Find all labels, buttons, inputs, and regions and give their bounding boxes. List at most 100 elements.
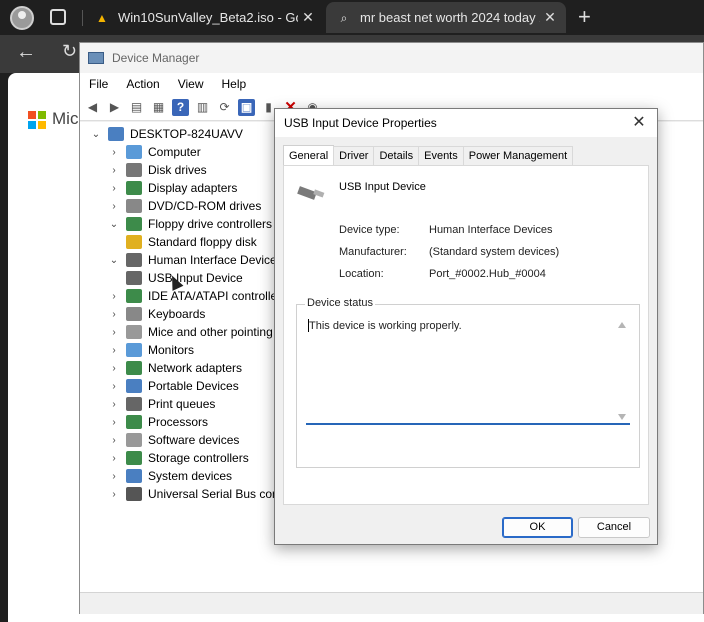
ok-button[interactable]: OK <box>502 517 573 538</box>
tree-item-label: Display adapters <box>148 181 238 195</box>
back-arrow-icon[interactable]: ◀ <box>84 99 101 116</box>
dvd-icon <box>126 199 142 213</box>
scroll-up-icon[interactable] <box>618 322 626 328</box>
chevron-right-icon[interactable]: › <box>108 327 120 338</box>
tab-power-management[interactable]: Power Management <box>462 146 574 165</box>
chevron-right-icon[interactable]: › <box>108 399 120 410</box>
tab-details[interactable]: Details <box>373 146 420 165</box>
chevron-right-icon[interactable]: › <box>108 291 120 302</box>
manufacturer-value: (Standard system devices) <box>429 246 560 258</box>
chevron-right-icon[interactable]: › <box>108 381 120 392</box>
chevron-right-icon[interactable]: › <box>108 183 120 194</box>
tree-item[interactable]: › Mice and other pointing <box>108 323 273 341</box>
tree-item[interactable]: › Universal Serial Bus contr <box>108 485 286 503</box>
chevron-down-icon[interactable]: ⌄ <box>108 255 120 266</box>
view-icon[interactable]: ▥ <box>194 99 211 116</box>
chevron-down-icon[interactable]: ⌄ <box>108 219 120 230</box>
back-icon[interactable]: ← <box>16 41 36 64</box>
profile-avatar-icon[interactable] <box>10 6 34 30</box>
device-status-textbox[interactable]: This device is working properly. <box>306 318 630 425</box>
update-driver-icon[interactable]: ▣ <box>238 99 255 116</box>
menu-action[interactable]: Action <box>117 77 168 91</box>
browser-tabbar: ▲ Win10SunValley_Beta2.iso - Goog ✕ ⌕ mr… <box>0 0 704 35</box>
tab-title: Win10SunValley_Beta2.iso - Goog <box>118 10 298 25</box>
menu-help[interactable]: Help <box>213 77 256 91</box>
usb-icon <box>126 487 142 501</box>
system-icon <box>126 469 142 483</box>
tree-item[interactable]: ⌄ Human Interface Devices <box>108 251 283 269</box>
tree-item[interactable]: ⌄ DESKTOP-824UAVV <box>90 125 243 143</box>
chevron-right-icon[interactable]: › <box>108 363 120 374</box>
chevron-right-icon[interactable]: › <box>108 417 120 428</box>
properties-icon[interactable]: ▦ <box>150 99 167 116</box>
properties-dialog: USB Input Device Properties ✕ General Dr… <box>274 108 658 545</box>
tree-item[interactable]: › Keyboards <box>108 305 205 323</box>
help-icon[interactable]: ? <box>172 99 189 116</box>
menu-file[interactable]: File <box>80 77 117 91</box>
tab-general[interactable]: General <box>283 145 335 165</box>
tree-item[interactable]: › IDE ATA/ATAPI controller <box>108 287 281 305</box>
tree-item[interactable]: › System devices <box>108 467 232 485</box>
tree-item[interactable]: › Storage controllers <box>108 449 249 467</box>
close-tab-icon[interactable]: ✕ <box>298 9 318 26</box>
browser-tab-iso[interactable]: ▲ Win10SunValley_Beta2.iso - Goog ✕ <box>84 2 324 33</box>
tree-item[interactable]: USB Input Device <box>126 269 243 287</box>
tree-item[interactable]: › Software devices <box>108 431 239 449</box>
device-status-label: Device status <box>305 297 376 309</box>
mouse-icon <box>126 325 142 339</box>
tab-events[interactable]: Events <box>418 146 464 165</box>
show-hide-tree-icon[interactable]: ▤ <box>128 99 145 116</box>
location-label: Location: <box>339 268 384 280</box>
tree-item[interactable]: › Monitors <box>108 341 194 359</box>
chevron-right-icon[interactable]: › <box>108 345 120 356</box>
tree-item[interactable]: › Portable Devices <box>108 377 239 395</box>
manufacturer-label: Manufacturer: <box>339 246 407 258</box>
cancel-button[interactable]: Cancel <box>578 517 650 538</box>
usb-device-icon <box>297 186 325 200</box>
tree-item-label: IDE ATA/ATAPI controller <box>148 289 282 303</box>
tree-item[interactable]: › Display adapters <box>108 179 237 197</box>
chevron-right-icon[interactable]: › <box>108 147 120 158</box>
tab-divider <box>82 10 83 26</box>
tree-item[interactable]: › Processors <box>108 413 208 431</box>
tree-item[interactable]: Standard floppy disk <box>126 233 257 251</box>
chevron-right-icon[interactable]: › <box>108 453 120 464</box>
tree-item[interactable]: › Network adapters <box>108 359 242 377</box>
chevron-right-icon[interactable]: › <box>108 471 120 482</box>
tree-item-label: Processors <box>148 415 209 429</box>
close-icon[interactable]: ✕ <box>629 113 649 133</box>
status-bar <box>80 592 703 614</box>
chevron-right-icon[interactable]: › <box>108 489 120 500</box>
scan-hardware-icon[interactable]: ⟳ <box>216 99 233 116</box>
menu-view[interactable]: View <box>169 77 213 91</box>
tree-item[interactable]: › Print queues <box>108 395 215 413</box>
hid-icon <box>126 253 142 267</box>
device-status-text: This device is working properly. <box>309 320 462 332</box>
chevron-right-icon[interactable]: › <box>108 435 120 446</box>
scroll-down-icon[interactable] <box>618 414 626 420</box>
browser-tab-search[interactable]: ⌕ mr beast net worth 2024 today 2( ✕ <box>326 2 566 33</box>
device-manager-icon <box>88 52 104 64</box>
tab-actions-icon[interactable] <box>50 9 66 25</box>
tree-item-label: Portable Devices <box>148 379 239 393</box>
tree-item[interactable]: › DVD/CD-ROM drives <box>108 197 261 215</box>
chevron-down-icon[interactable]: ⌄ <box>90 129 102 140</box>
computer-icon <box>108 127 124 141</box>
tree-item[interactable]: › Computer <box>108 143 201 161</box>
chevron-right-icon[interactable]: › <box>108 309 120 320</box>
dialog-title: USB Input Device Properties <box>284 116 437 130</box>
hid-icon <box>126 271 142 285</box>
tree-item[interactable]: › Disk drives <box>108 161 207 179</box>
chevron-right-icon[interactable]: › <box>108 165 120 176</box>
new-tab-button[interactable]: + <box>578 4 591 30</box>
forward-arrow-icon[interactable]: ▶ <box>106 99 123 116</box>
processor-icon <box>126 415 142 429</box>
tree-item[interactable]: ⌄ Floppy drive controllers <box>108 215 272 233</box>
close-tab-icon[interactable]: ✕ <box>540 9 560 26</box>
chevron-right-icon[interactable]: › <box>108 201 120 212</box>
screen: ▲ Win10SunValley_Beta2.iso - Goog ✕ ⌕ mr… <box>0 0 704 622</box>
display-adapter-icon <box>126 181 142 195</box>
tab-driver[interactable]: Driver <box>333 146 375 165</box>
reload-icon[interactable]: ↻ <box>62 41 77 62</box>
tree-item-label: Monitors <box>148 343 195 357</box>
